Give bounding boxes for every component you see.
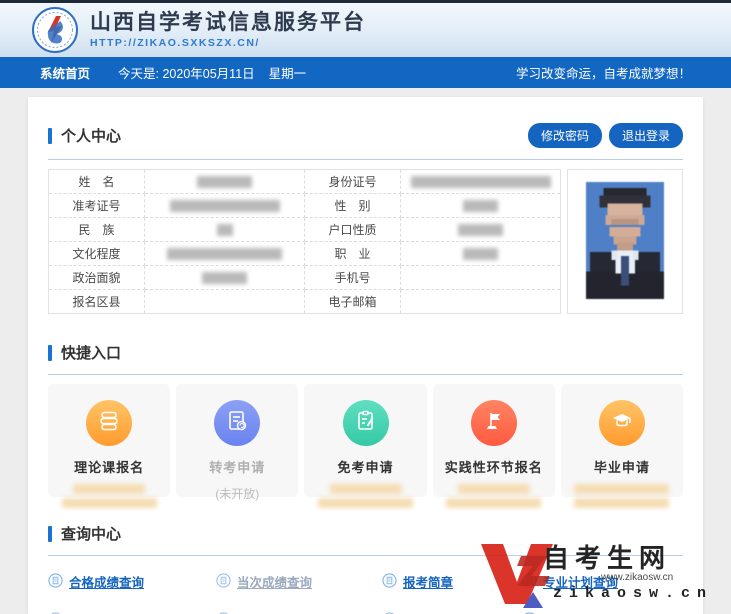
flag-icon bbox=[482, 409, 506, 438]
field-label-political: 政治面貌 bbox=[48, 265, 145, 290]
link-qualified-score-query[interactable]: 合格成绩查询 bbox=[48, 572, 216, 591]
card-dates-redacted bbox=[48, 484, 170, 508]
table-row: 政治面貌 手机号 bbox=[48, 265, 561, 290]
field-label-household: 户口性质 bbox=[304, 217, 401, 242]
table-row: 文化程度 职 业 bbox=[48, 241, 561, 266]
field-label-email: 电子邮箱 bbox=[304, 289, 401, 314]
field-value-political bbox=[144, 265, 305, 290]
field-value-examno bbox=[144, 193, 305, 218]
site-logo-icon bbox=[32, 7, 78, 53]
document-icon bbox=[48, 572, 63, 591]
card-graduation-application[interactable]: 毕业申请 bbox=[560, 384, 684, 508]
site-header: 山西自学考试信息服务平台 HTTP://ZIKAO.SXKSZX.CN/ bbox=[0, 3, 731, 57]
card-transfer-application[interactable]: 转考申请 (未开放) bbox=[176, 384, 299, 501]
link-current-score-query[interactable]: 当次成绩查询 bbox=[216, 572, 382, 591]
transfer-doc-icon bbox=[225, 409, 249, 438]
table-row: 报名区县 电子邮箱 bbox=[48, 289, 561, 314]
table-row: 民 族 户口性质 bbox=[48, 217, 561, 242]
field-label-education: 文化程度 bbox=[48, 241, 145, 266]
field-label-phone: 手机号 bbox=[304, 265, 401, 290]
table-row: 准考证号 性 别 bbox=[48, 193, 561, 218]
card-dates-redacted bbox=[433, 484, 555, 508]
card-dates-redacted bbox=[561, 484, 683, 508]
field-value-email bbox=[400, 289, 561, 314]
field-label-name: 姓 名 bbox=[48, 169, 145, 194]
watermark-url-spaced: zikaosw.cn bbox=[553, 585, 714, 602]
personal-info-table: 姓 名 身份证号 准考证号 性 别 民 族 户口性质 文化程度 职 业 政治面貌… bbox=[48, 169, 561, 314]
section-accent-bar bbox=[48, 525, 52, 542]
quick-entry-title: 快捷入口 bbox=[48, 342, 121, 363]
field-label-gender: 性 别 bbox=[304, 193, 401, 218]
watermark-triangle-icon bbox=[523, 592, 543, 608]
field-label-ethnicity: 民 族 bbox=[48, 217, 145, 242]
main-panel: 个人中心 修改密码 退出登录 姓 名 身份证号 准考证号 性 别 民 族 户口性… bbox=[28, 97, 703, 614]
field-value-name bbox=[144, 169, 305, 194]
watermark-logo: 自考生网 www.zikaosw.cn zikaosw.cn bbox=[481, 538, 729, 610]
field-label-idnumber: 身份证号 bbox=[304, 169, 401, 194]
watermark-site-name: 自考生网 bbox=[543, 544, 672, 573]
title-block: 山西自学考试信息服务平台 HTTP://ZIKAO.SXKSZX.CN/ bbox=[90, 11, 366, 49]
field-value-household bbox=[400, 217, 561, 242]
card-label: 理论课报名 bbox=[74, 460, 145, 475]
personal-center-section: 个人中心 修改密码 退出登录 姓 名 身份证号 准考证号 性 别 民 族 户口性… bbox=[48, 123, 683, 314]
section-divider bbox=[48, 159, 683, 160]
personal-center-title: 个人中心 bbox=[48, 125, 121, 146]
query-center-title: 查询中心 bbox=[48, 523, 121, 544]
field-label-occupation: 职 业 bbox=[304, 241, 401, 266]
document-icon bbox=[216, 572, 231, 591]
clipboard-pencil-icon bbox=[354, 409, 378, 438]
books-icon bbox=[97, 409, 121, 438]
card-exemption-application[interactable]: 免考申请 bbox=[304, 384, 427, 508]
watermark-text: 自考生网 www.zikaosw.cn zikaosw.cn bbox=[543, 538, 729, 602]
page: 山西自学考试信息服务平台 HTTP://ZIKAO.SXKSZX.CN/ 系统首… bbox=[0, 0, 731, 614]
field-value-ethnicity bbox=[144, 217, 305, 242]
card-theory-registration[interactable]: 理论课报名 bbox=[48, 384, 171, 508]
watermark-url-small: www.zikaosw.cn bbox=[601, 572, 674, 583]
card-note-closed: (未开放) bbox=[215, 487, 260, 501]
site-url: HTTP://ZIKAO.SXKSZX.CN/ bbox=[90, 37, 260, 50]
card-label: 毕业申请 bbox=[593, 460, 650, 475]
top-navbar: 系统首页 今天是: 2020年05月11日 星期一 学习改变命运，自考成就梦想！ bbox=[0, 57, 731, 88]
card-label: 实践性环节报名 bbox=[444, 460, 543, 475]
field-value-phone bbox=[400, 265, 561, 290]
field-value-gender bbox=[400, 193, 561, 218]
change-password-button[interactable]: 修改密码 bbox=[527, 123, 602, 148]
field-value-education bbox=[144, 241, 305, 266]
card-dates-redacted bbox=[304, 484, 426, 508]
nav-slogan: 学习改变命运，自考成就梦想！ bbox=[515, 67, 691, 81]
section-accent-bar bbox=[48, 127, 52, 144]
section-accent-bar bbox=[48, 344, 52, 361]
card-practical-registration[interactable]: 实践性环节报名 bbox=[432, 384, 555, 508]
card-label: 免考申请 bbox=[337, 460, 394, 475]
section-divider bbox=[48, 374, 683, 375]
field-value-district bbox=[144, 289, 305, 314]
field-label-district: 报名区县 bbox=[48, 289, 145, 314]
logout-button[interactable]: 退出登录 bbox=[608, 123, 683, 148]
graduation-cap-icon bbox=[610, 409, 634, 438]
field-value-occupation bbox=[400, 241, 561, 266]
nav-home-link[interactable]: 系统首页 bbox=[40, 63, 90, 82]
nav-weekday: 星期一 bbox=[268, 67, 307, 81]
card-label: 转考申请 bbox=[209, 460, 266, 475]
site-title: 山西自学考试信息服务平台 bbox=[90, 10, 366, 34]
nav-date: 今天是: 2020年05月11日 bbox=[118, 67, 255, 81]
field-value-idnumber bbox=[400, 169, 561, 194]
quick-entry-section: 快捷入口 理论课报名 转考申请 (未开放) 免考申请 实践性环节报名 毕业申请 bbox=[48, 342, 684, 508]
document-icon bbox=[382, 572, 397, 591]
table-row: 姓 名 身份证号 bbox=[48, 169, 561, 194]
id-photo bbox=[567, 169, 683, 314]
field-label-examno: 准考证号 bbox=[48, 193, 145, 218]
